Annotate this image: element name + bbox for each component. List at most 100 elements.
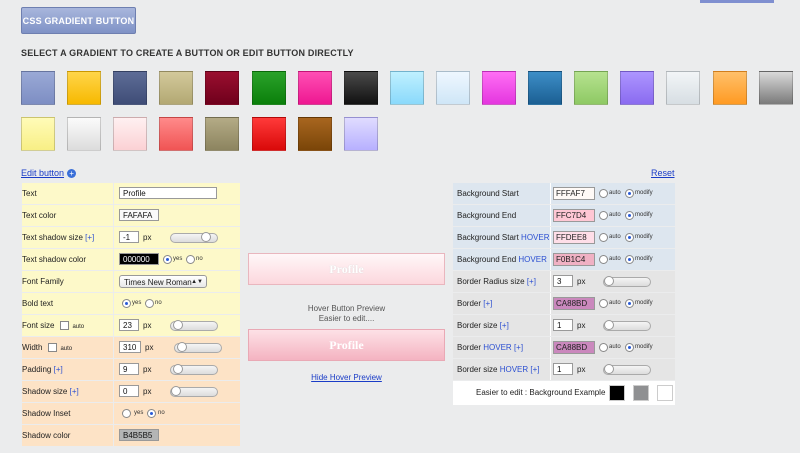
gradient-swatch[interactable]: [666, 71, 701, 105]
bg-end-auto-radio[interactable]: [599, 211, 608, 220]
gradient-swatch[interactable]: [113, 71, 148, 105]
text-color-input[interactable]: FAFAFA: [119, 209, 159, 221]
gradient-swatch[interactable]: [159, 71, 194, 105]
gradient-swatch[interactable]: [482, 71, 516, 105]
hide-hover-preview-link[interactable]: Hide Hover Preview: [248, 373, 445, 382]
text-shadow-size-slider[interactable]: [170, 232, 218, 243]
hover-button-preview[interactable]: Profile: [248, 329, 445, 361]
gradient-swatch[interactable]: [712, 71, 747, 105]
text-input[interactable]: Profile: [119, 187, 217, 199]
border-modify-radio[interactable]: [625, 299, 634, 308]
text-shadow-no-radio[interactable]: [186, 255, 195, 264]
slider-knob[interactable]: [604, 276, 614, 286]
bg-start-hover-input[interactable]: FFDEE8: [553, 231, 595, 244]
font-size-slider[interactable]: [170, 320, 218, 331]
gradient-swatch[interactable]: [21, 71, 55, 105]
slider-knob[interactable]: [177, 342, 187, 352]
gradient-swatch[interactable]: [343, 117, 378, 151]
slider-knob[interactable]: [604, 364, 614, 374]
border-plus[interactable]: [+]: [483, 299, 492, 308]
text-shadow-size-plus[interactable]: [+]: [85, 233, 94, 242]
font-family-select[interactable]: Times New Roman ▲▼: [119, 275, 207, 288]
border-hover-plus[interactable]: [+]: [514, 343, 523, 352]
border-auto-radio[interactable]: [599, 299, 608, 308]
slider-knob[interactable]: [173, 320, 183, 330]
border-radius-plus[interactable]: [+]: [527, 277, 536, 286]
bg-end-input[interactable]: FFC7D4: [553, 209, 595, 222]
edit-button-link[interactable]: Edit button +: [21, 168, 77, 179]
gradient-swatch[interactable]: [343, 71, 378, 105]
border-size-hover-input[interactable]: 1: [553, 363, 573, 375]
plus-icon[interactable]: +: [67, 169, 77, 179]
font-size-input[interactable]: 23: [119, 319, 139, 331]
padding-plus[interactable]: [+]: [54, 365, 63, 374]
bg-start-hover-text: Background Start: [457, 233, 519, 242]
shadow-color-input[interactable]: B4B5B5: [119, 429, 159, 441]
border-hover-auto-radio[interactable]: [599, 343, 608, 352]
bg-start-hover-auto-radio[interactable]: [599, 233, 608, 242]
gradient-swatch[interactable]: [113, 117, 148, 151]
slider-knob[interactable]: [201, 232, 211, 242]
gradient-swatch[interactable]: [67, 71, 102, 105]
bg-start-input[interactable]: FFFAF7: [553, 187, 595, 200]
gradient-swatch[interactable]: [297, 117, 332, 151]
top-link-strip[interactable]: [700, 0, 774, 3]
border-size-hover-plus[interactable]: [+]: [530, 365, 539, 374]
bg-end-modify-radio[interactable]: [625, 211, 634, 220]
width-auto-checkbox[interactable]: [48, 343, 58, 353]
gradient-swatch[interactable]: [21, 117, 55, 151]
background-example-gray[interactable]: [633, 385, 649, 401]
bg-end-hover-modify-radio[interactable]: [625, 255, 634, 264]
font-size-auto-checkbox[interactable]: [60, 321, 70, 331]
padding-input[interactable]: 9: [119, 363, 139, 375]
text-shadow-yes-radio[interactable]: [163, 255, 172, 264]
border-radius-slider[interactable]: [603, 276, 651, 287]
css-gradient-button-title[interactable]: CSS GRADIENT BUTTON: [21, 7, 136, 34]
gradient-swatch[interactable]: [758, 71, 793, 105]
gradient-swatch[interactable]: [528, 71, 563, 105]
background-example-black[interactable]: [609, 385, 625, 401]
width-input[interactable]: 310: [119, 341, 141, 353]
border-size-hover-slider[interactable]: [603, 364, 651, 375]
gradient-swatch[interactable]: [205, 117, 240, 151]
bg-start-hover-modify-radio[interactable]: [625, 233, 634, 242]
bold-no-radio[interactable]: [145, 299, 154, 308]
border-color-input[interactable]: CA88BD: [553, 297, 595, 310]
width-slider[interactable]: [174, 342, 222, 353]
border-radius-input[interactable]: 3: [553, 275, 573, 287]
shadow-size-plus[interactable]: [+]: [70, 387, 79, 396]
border-size-slider[interactable]: [603, 320, 651, 331]
border-hover-color-input[interactable]: CA88BD: [553, 341, 595, 354]
gradient-swatch[interactable]: [574, 71, 609, 105]
gradient-swatch[interactable]: [297, 71, 332, 105]
slider-knob[interactable]: [173, 364, 183, 374]
shadow-size-slider[interactable]: [170, 386, 218, 397]
gradient-swatch[interactable]: [251, 71, 286, 105]
bg-end-hover-input[interactable]: F0B1C4: [553, 253, 595, 266]
border-size-input[interactable]: 1: [553, 319, 573, 331]
button-preview[interactable]: Profile: [248, 253, 445, 285]
bg-start-modify-radio[interactable]: [625, 189, 634, 198]
gradient-swatch[interactable]: [159, 117, 194, 151]
slider-knob[interactable]: [604, 320, 614, 330]
background-example-white[interactable]: [657, 385, 673, 401]
gradient-swatch[interactable]: [251, 117, 286, 151]
bg-start-auto-radio[interactable]: [599, 189, 608, 198]
bold-yes-radio[interactable]: [122, 299, 131, 308]
padding-slider[interactable]: [170, 364, 218, 375]
text-shadow-size-input[interactable]: -1: [119, 231, 139, 243]
shadow-size-input[interactable]: 0: [119, 385, 139, 397]
gradient-swatch[interactable]: [67, 117, 102, 151]
gradient-swatch[interactable]: [620, 71, 655, 105]
border-size-plus[interactable]: [+]: [500, 321, 509, 330]
gradient-swatch[interactable]: [205, 71, 240, 105]
gradient-swatch[interactable]: [389, 71, 424, 105]
border-hover-modify-radio[interactable]: [625, 343, 634, 352]
reset-link[interactable]: Reset: [651, 168, 675, 178]
text-shadow-color-input[interactable]: 000000: [119, 253, 159, 265]
slider-knob[interactable]: [171, 386, 181, 396]
shadow-inset-yes-radio[interactable]: [122, 409, 131, 418]
bg-end-hover-auto-radio[interactable]: [599, 255, 608, 264]
shadow-inset-no-radio[interactable]: [147, 409, 156, 418]
gradient-swatch[interactable]: [435, 71, 470, 105]
